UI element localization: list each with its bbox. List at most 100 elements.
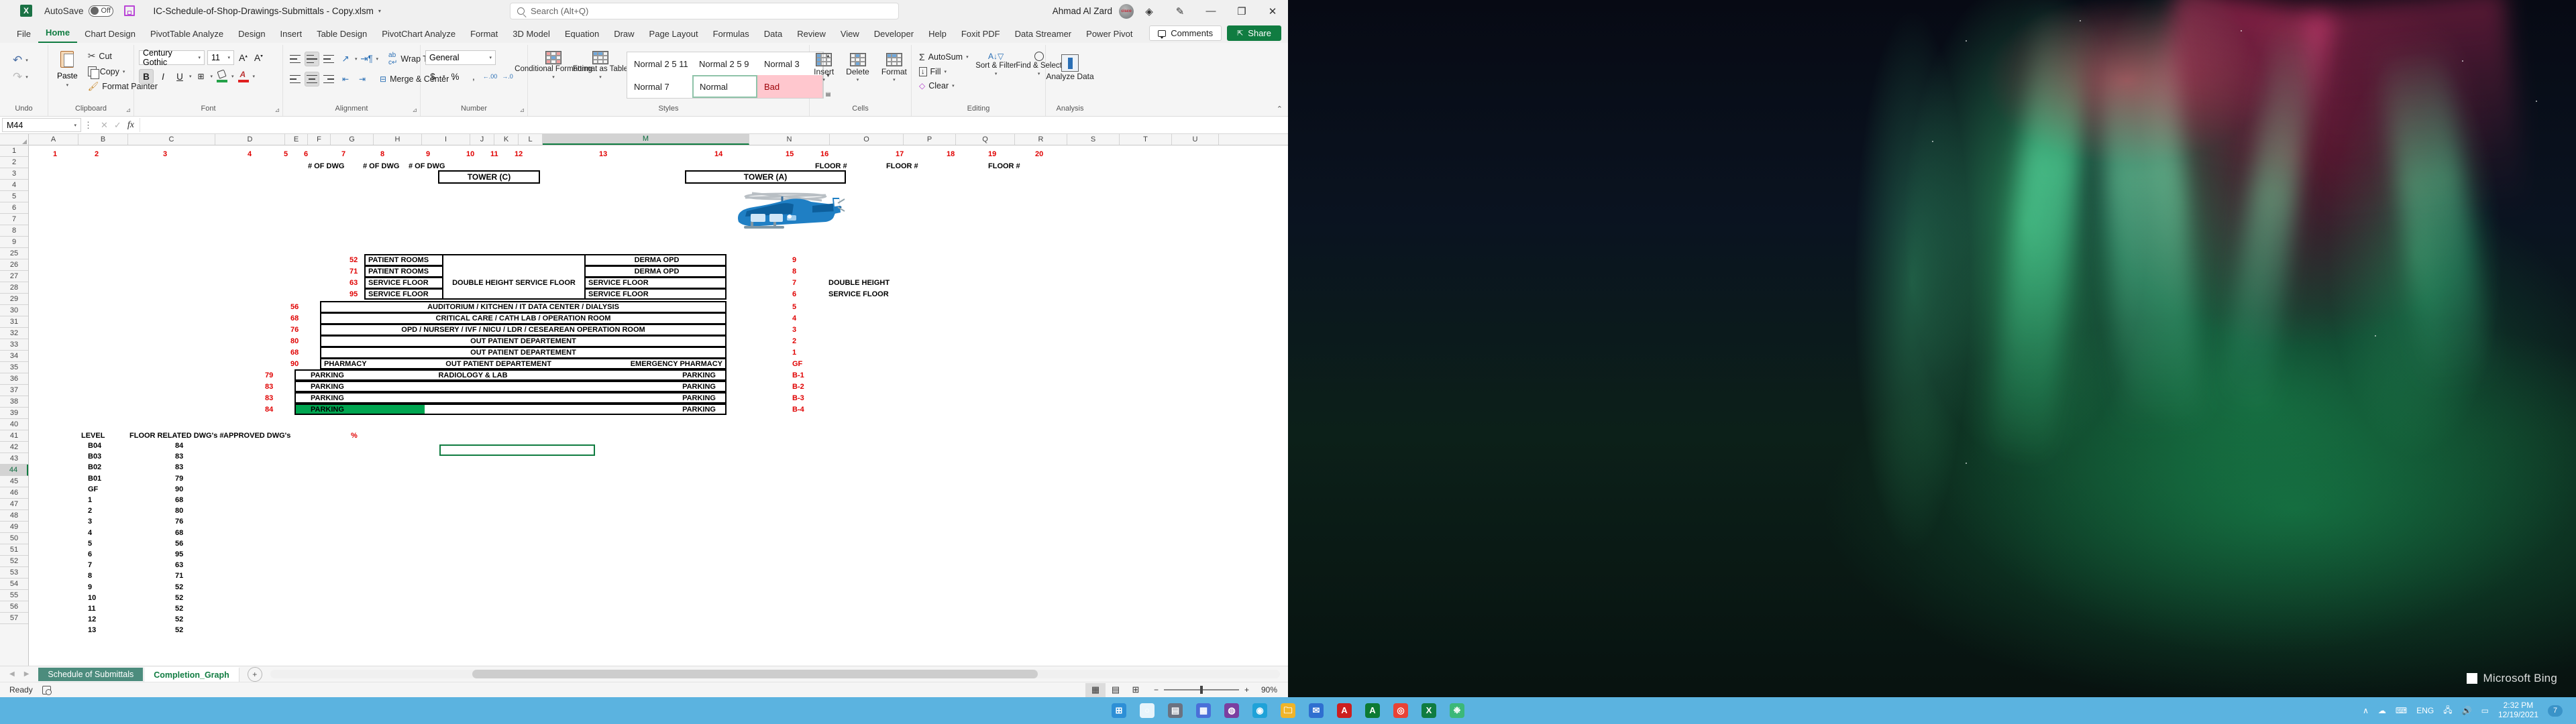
diamond-icon[interactable]: ◈ [1134, 0, 1165, 22]
increase-decimal-icon[interactable]: ←.00 [483, 69, 498, 84]
share-button[interactable]: ⇱ Share [1227, 25, 1281, 41]
chevron-down-icon[interactable]: ▾ [378, 8, 381, 14]
cells-area[interactable]: 1 2 3 4 5 6 7 8 9 10 11 12 13 14 15 16 17 18 19 20 # OF DWG… [29, 145, 1288, 666]
network-icon[interactable]: 🖧 [2443, 704, 2452, 718]
minimize-button[interactable]: — [1195, 0, 1226, 22]
sort-filter-button[interactable]: A↓▽ Sort & Filter ▾ [975, 50, 1016, 78]
row-header-53[interactable]: 53 [0, 567, 28, 579]
column-header-O[interactable]: O [830, 134, 904, 145]
column-header-A[interactable]: A [29, 134, 78, 145]
row-header-1[interactable]: 1 [0, 145, 28, 157]
tab-review[interactable]: Review [790, 27, 833, 43]
zoom-out-button[interactable]: − [1154, 685, 1159, 695]
row-header-42[interactable]: 42 [0, 442, 28, 453]
horizontal-scrollbar[interactable] [270, 670, 1280, 678]
show-hidden-icons-icon[interactable]: ∧ [2363, 706, 2369, 715]
tab-table-design[interactable]: Table Design [309, 27, 374, 43]
row-header-55[interactable]: 55 [0, 590, 28, 601]
column-header-T[interactable]: T [1120, 134, 1172, 145]
format-as-table-button[interactable]: Format as Table ▾ [573, 50, 628, 81]
row-header-7[interactable]: 7 [0, 214, 28, 225]
orientation-icon[interactable]: ↗ [338, 52, 353, 66]
insert-cells-button[interactable]: Insert ▾ [811, 52, 837, 84]
font-dialog-launcher[interactable]: ⊿ [274, 107, 280, 114]
excel-icon[interactable]: X [1419, 701, 1438, 720]
prev-sheet-arrow[interactable]: ◀ [9, 670, 15, 678]
row-header-39[interactable]: 39 [0, 408, 28, 419]
save-icon[interactable] [123, 5, 135, 16]
comma-style-icon[interactable]: , [466, 69, 480, 84]
style-normal-2-5-11[interactable]: Normal 2 5 11 [627, 52, 692, 75]
column-header-Q[interactable]: Q [956, 134, 1015, 145]
tab-power-pivot[interactable]: Power Pivot [1079, 27, 1140, 43]
underline-dropdown-icon[interactable]: ▾ [189, 74, 192, 79]
column-header-D[interactable]: D [215, 134, 285, 145]
start-icon[interactable]: ⊞ [1110, 701, 1128, 720]
photos-icon[interactable]: ❉ [1448, 701, 1466, 720]
add-sheet-button[interactable]: + [247, 666, 262, 682]
chrome-icon[interactable]: ◎ [1391, 701, 1410, 720]
paste-icon[interactable] [58, 49, 76, 69]
tab-page-layout[interactable]: Page Layout [642, 27, 706, 43]
select-all-corner[interactable] [0, 134, 29, 145]
delete-cells-button[interactable]: Delete ▾ [843, 52, 872, 84]
row-header-27[interactable]: 27 [0, 271, 28, 282]
clear-button[interactable]: ◇ Clear ▾ [916, 80, 971, 92]
currency-icon[interactable]: $ [425, 69, 440, 84]
row-header-44[interactable]: 44 [0, 465, 28, 476]
sheet-tab-schedule-of-submittals[interactable]: Schedule of Submittals [38, 667, 144, 681]
row-header-47[interactable]: 47 [0, 499, 28, 510]
column-header-R[interactable]: R [1015, 134, 1067, 145]
teams-icon[interactable]: ▦ [1194, 701, 1213, 720]
collapse-ribbon-button[interactable]: ⌃ [1277, 105, 1283, 113]
autosave-control[interactable]: AutoSave Off [44, 5, 113, 17]
search-icon[interactable]: ○ [1138, 701, 1157, 720]
name-box[interactable]: M44 ▾ [2, 118, 81, 132]
column-header-L[interactable]: L [519, 134, 543, 145]
tab-insert[interactable]: Insert [273, 27, 310, 43]
decrease-decimal-icon[interactable]: →.0 [500, 69, 515, 84]
tab-format[interactable]: Format [463, 27, 505, 43]
page-break-icon[interactable]: ⊞ [1126, 683, 1146, 697]
underline-button[interactable]: U [172, 69, 187, 84]
search-input[interactable]: Search (Alt+Q) [510, 3, 899, 19]
decrease-font-size-button[interactable]: A▾ [252, 52, 265, 63]
selected-cell-M44[interactable] [439, 444, 595, 456]
column-header-J[interactable]: J [470, 134, 494, 145]
insert-function-icon[interactable]: fx [127, 120, 134, 131]
row-header-33[interactable]: 33 [0, 339, 28, 351]
bold-button[interactable]: B [139, 69, 154, 84]
zoom-level[interactable]: 90% [1249, 685, 1277, 695]
row-header-32[interactable]: 32 [0, 328, 28, 339]
horizontal-scroll-thumb[interactable] [472, 670, 1038, 678]
row-header-54[interactable]: 54 [0, 579, 28, 590]
ribbon-display-options-icon[interactable]: ✎ [1165, 0, 1195, 22]
borders-dropdown-icon[interactable]: ▾ [211, 74, 213, 79]
align-middle-icon[interactable] [305, 52, 319, 66]
widgets-icon[interactable]: ▤ [1166, 701, 1185, 720]
paste-dropdown-icon[interactable]: ▾ [66, 82, 69, 88]
avatar[interactable]: cisco [1119, 3, 1134, 19]
align-center-icon[interactable] [305, 72, 319, 86]
style-normal[interactable]: Normal [692, 75, 757, 98]
row-header-30[interactable]: 30 [0, 305, 28, 316]
align-top-icon[interactable] [288, 52, 303, 66]
column-header-H[interactable]: H [374, 134, 422, 145]
row-header-51[interactable]: 51 [0, 544, 28, 556]
record-macro-icon[interactable] [42, 685, 52, 695]
text-direction-icon[interactable]: ⇥¶ [360, 52, 374, 66]
row-header-29[interactable]: 29 [0, 294, 28, 305]
next-sheet-arrow[interactable]: ▶ [24, 670, 30, 678]
font-name-combo[interactable]: Century Gothic ▾ [139, 48, 205, 67]
column-header-K[interactable]: K [494, 134, 519, 145]
autosave-toggle[interactable]: Off [88, 5, 113, 17]
row-header-35[interactable]: 35 [0, 362, 28, 373]
tab-help[interactable]: Help [921, 27, 954, 43]
row-header-3[interactable]: 3 [0, 168, 28, 180]
row-header-2[interactable]: 2 [0, 157, 28, 168]
column-header-F[interactable]: F [308, 134, 331, 145]
tab-file[interactable]: File [9, 27, 38, 43]
enter-formula-icon[interactable]: ✓ [114, 120, 121, 131]
row-header-43[interactable]: 43 [0, 453, 28, 465]
restore-button[interactable]: ❐ [1226, 0, 1257, 22]
